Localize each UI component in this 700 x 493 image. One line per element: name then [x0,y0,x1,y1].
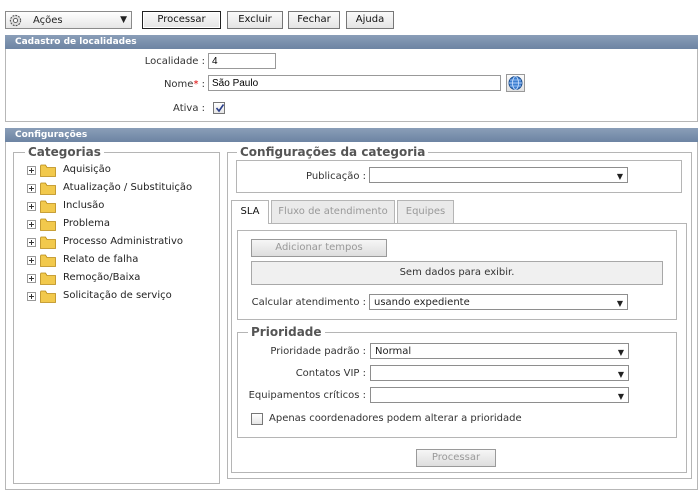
category-label: Relato de falha [63,254,139,265]
publicacao-select[interactable]: ▼ [369,167,628,183]
folder-icon [40,164,56,177]
close-button[interactable]: Fechar [288,11,340,29]
category-item-problema[interactable]: Problema [27,216,217,234]
category-label: Solicitação de serviço [63,290,172,301]
category-item-atualizacao[interactable]: Atualização / Substituição [27,180,217,198]
globe-button[interactable] [506,74,525,92]
processar-category-button[interactable]: Processar [416,449,496,467]
config-categoria-title: Configurações da categoria [237,145,429,159]
folder-icon [40,218,56,231]
localidade-label: Localidade : [144,56,205,67]
tab-fluxo-atendimento[interactable]: Fluxo de atendimento [271,200,395,223]
category-item-aquisicao[interactable]: Aquisição [27,162,217,180]
prioridade-title: Prioridade [248,325,325,339]
category-label: Processo Administrativo [63,236,183,247]
localidade-input[interactable] [208,53,276,69]
globe-icon [508,76,523,90]
chevron-down-icon: ▼ [616,172,623,181]
ativa-label: Ativa : [173,103,205,114]
folder-icon [40,200,56,213]
chevron-down-icon: ▼ [617,348,624,357]
apenas-coordenadores-checkbox[interactable] [251,413,263,425]
prioridade-padrao-select[interactable]: Normal ▼ [370,343,629,359]
gear-icon [9,14,22,27]
configuracoes-header: Configurações [5,128,698,142]
prioridade-padrao-label: Prioridade padrão : [270,346,366,357]
actions-dropdown-label: Ações [33,15,63,26]
chevron-down-icon: ▼ [617,370,624,379]
add-times-button[interactable]: Adicionar tempos [251,239,387,257]
expand-icon[interactable] [27,292,36,301]
calcular-value: usando expediente [374,297,470,308]
contatos-vip-label: Contatos VIP : [295,368,366,379]
chevron-down-icon: ▼ [120,15,127,25]
folder-icon [40,254,56,267]
expand-icon[interactable] [27,166,36,175]
calcular-label: Calcular atendimento : [251,297,366,308]
equipamentos-criticos-label: Equipamentos críticos : [248,390,366,401]
contatos-vip-select[interactable]: ▼ [370,365,629,381]
nome-label-row: Nome* : [100,79,205,90]
category-item-remocao-baixa[interactable]: Remoção/Baixa [27,270,217,288]
folder-icon [40,272,56,285]
nome-colon: : [198,79,205,90]
expand-icon[interactable] [27,202,36,211]
tab-equipes[interactable]: Equipes [397,200,454,223]
ativa-checkbox[interactable] [213,102,225,114]
folder-icon [40,182,56,195]
prioridade-padrao-value: Normal [375,346,412,357]
checkmark-icon [215,104,225,113]
delete-button[interactable]: Excluir [227,11,283,29]
tab-sla[interactable]: SLA [231,200,269,224]
nome-label: Nome [163,79,194,90]
category-item-relato-de-falha[interactable]: Relato de falha [27,252,217,270]
folder-icon [40,290,56,303]
category-label: Aquisição [63,164,111,175]
expand-icon[interactable] [27,256,36,265]
expand-icon[interactable] [27,220,36,229]
process-button[interactable]: Processar [142,11,221,29]
category-label: Atualização / Substituição [63,182,193,193]
expand-icon[interactable] [27,238,36,247]
category-label: Remoção/Baixa [63,272,141,283]
categorias-title: Categorias [25,145,104,159]
category-item-processo-administrativo[interactable]: Processo Administrativo [27,234,217,252]
expand-icon[interactable] [27,274,36,283]
category-label: Inclusão [63,200,105,211]
calcular-select[interactable]: usando expediente ▼ [369,294,628,310]
help-button[interactable]: Ajuda [346,11,394,29]
no-data-message: Sem dados para exibir. [251,261,663,285]
actions-dropdown[interactable]: Ações ▼ [5,11,132,29]
chevron-down-icon: ▼ [617,392,624,401]
category-item-inclusao[interactable]: Inclusão [27,198,217,216]
nome-input[interactable] [208,75,501,91]
equipamentos-criticos-select[interactable]: ▼ [370,387,629,403]
publicacao-label: Publicação : [305,171,366,182]
chevron-down-icon: ▼ [616,299,623,308]
category-label: Problema [63,218,111,229]
cadastro-header: Cadastro de localidades [5,35,698,49]
folder-icon [40,236,56,249]
category-item-solicitacao-de-servico[interactable]: Solicitação de serviço [27,288,217,306]
apenas-coordenadores-label: Apenas coordenadores podem alterar a pri… [269,413,522,424]
expand-icon[interactable] [27,184,36,193]
